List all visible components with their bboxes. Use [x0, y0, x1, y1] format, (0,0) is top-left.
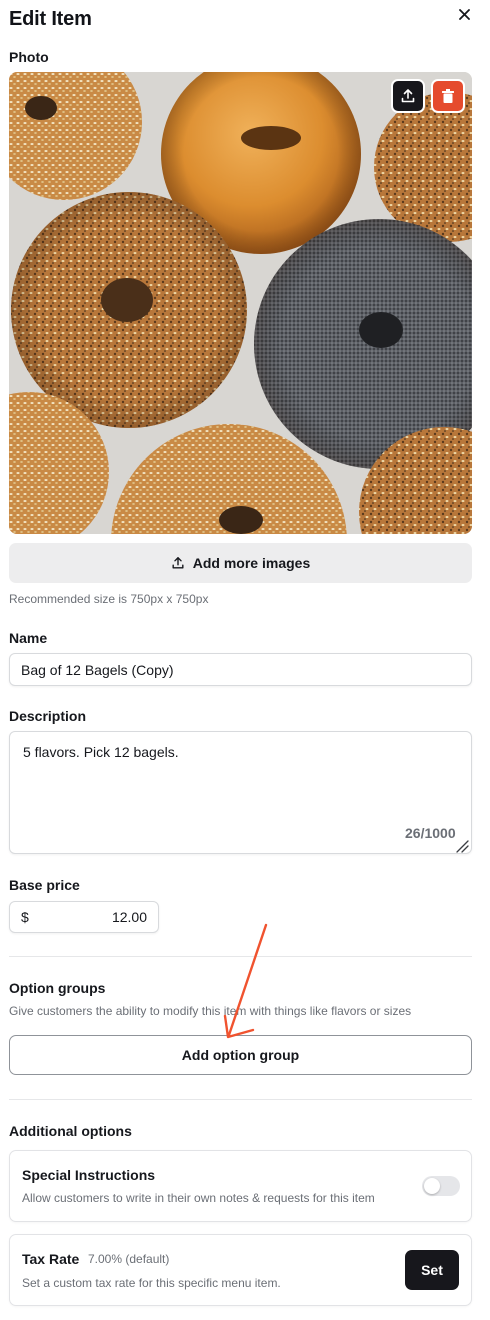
photo-label: Photo [9, 49, 49, 65]
character-counter: 26/1000 [405, 825, 456, 841]
tax-rate-title: Tax Rate [22, 1251, 80, 1267]
name-input-value: Bag of 12 Bagels (Copy) [21, 661, 174, 678]
page-title: Edit Item [9, 8, 92, 30]
base-price-input[interactable]: $ 12.00 [9, 901, 159, 933]
recommended-size-hint: Recommended size is 750px x 750px [9, 592, 209, 606]
tax-rate-value: 7.00% (default) [88, 1252, 170, 1266]
name-input[interactable]: Bag of 12 Bagels (Copy) [9, 653, 472, 686]
toggle-knob [424, 1178, 440, 1194]
special-instructions-card [9, 1150, 472, 1222]
name-label: Name [9, 630, 48, 646]
additional-options-label: Additional options [9, 1123, 132, 1139]
annotation-arrow-icon [223, 923, 268, 1039]
description-label: Description [9, 708, 87, 724]
upload-icon [401, 89, 415, 103]
base-price-label: Base price [9, 877, 80, 893]
tax-rate-card [9, 1234, 472, 1306]
base-price-value: 12.00 [111, 909, 147, 925]
delete-photo-button[interactable] [431, 79, 465, 113]
special-instructions-title: Special Instructions [22, 1167, 156, 1183]
currency-symbol: $ [21, 909, 29, 925]
add-more-images-label: Add more images [192, 555, 311, 571]
close-icon [458, 8, 470, 20]
description-value: 5 flavors. Pick 12 bagels. [23, 744, 179, 760]
tax-rate-description: Set a custom tax rate for this specific … [22, 1276, 281, 1290]
option-groups-description: Give customers the ability to modify thi… [9, 1004, 412, 1018]
divider [9, 1099, 472, 1100]
option-groups-label: Option groups [9, 980, 106, 996]
resize-handle-icon[interactable] [455, 839, 469, 853]
add-option-group-label: Add option group [181, 1047, 300, 1063]
set-button-label: Set [421, 1262, 443, 1278]
special-instructions-description: Allow customers to write in their own no… [22, 1191, 375, 1205]
item-photo [9, 72, 472, 534]
description-textarea[interactable]: 5 flavors. Pick 12 bagels. [9, 731, 472, 854]
upload-icon [172, 557, 184, 569]
upload-photo-button[interactable] [391, 79, 425, 113]
close-button[interactable] [455, 5, 473, 23]
special-instructions-toggle[interactable] [422, 1176, 460, 1196]
add-more-images-button[interactable]: Add more images [9, 543, 472, 583]
set-tax-rate-button[interactable]: Set [405, 1250, 459, 1290]
trash-icon [442, 89, 454, 103]
